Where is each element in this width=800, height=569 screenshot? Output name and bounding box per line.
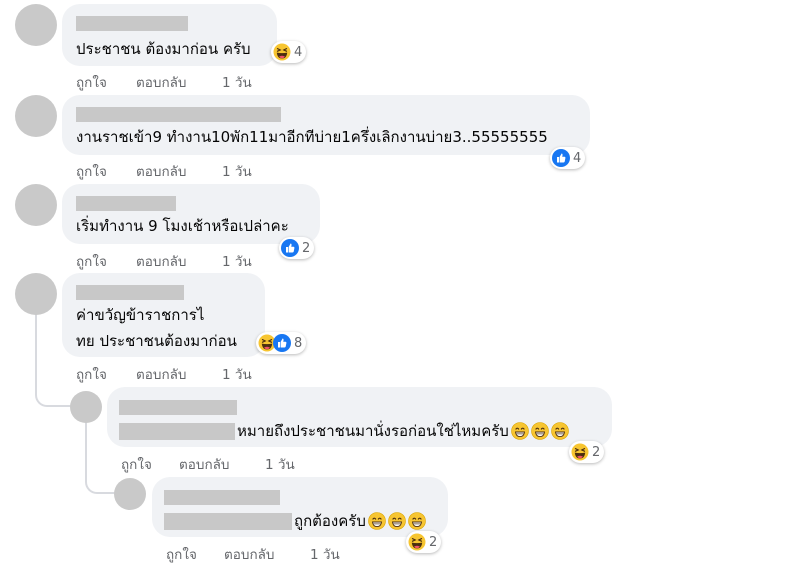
grin-emoji-icon: [408, 512, 426, 530]
comment-text: งานราชเข้า9 ทำงาน10พัก11มาอีกทีบ่าย1ครึ่…: [76, 128, 548, 146]
like-link[interactable]: ถูกใจ: [76, 363, 107, 385]
redacted-author-name[interactable]: [76, 285, 184, 300]
haha-reaction-icon: [408, 533, 426, 551]
haha-reaction-icon: [571, 443, 589, 461]
reaction-count: 2: [592, 444, 601, 460]
reply-link[interactable]: ตอบกลับ: [179, 453, 229, 475]
reply-link[interactable]: ตอบกลับ: [136, 71, 186, 93]
reply-text: ถูกต้องครับ: [294, 512, 366, 530]
redacted-author-name[interactable]: [76, 16, 188, 31]
timestamp[interactable]: 1 วัน: [222, 250, 252, 272]
avatar[interactable]: [15, 184, 57, 226]
like-link[interactable]: ถูกใจ: [166, 543, 197, 565]
like-link[interactable]: ถูกใจ: [76, 250, 107, 272]
reaction-summary[interactable]: 4: [271, 41, 307, 63]
reaction-summary[interactable]: 2: [279, 237, 315, 259]
haha-reaction-icon: [273, 43, 291, 61]
reaction-count: 8: [294, 335, 303, 351]
reply-link[interactable]: ตอบกลับ: [136, 363, 186, 385]
comment-text-line-2: ทย ประชาชนต้องมาก่อน: [76, 332, 237, 350]
grin-emoji-icon: [511, 422, 529, 440]
timestamp[interactable]: 1 วัน: [222, 71, 252, 93]
reply-link[interactable]: ตอบกลับ: [136, 160, 186, 182]
reaction-summary[interactable]: 4: [550, 147, 586, 169]
like-reaction-icon: [552, 149, 570, 167]
like-link[interactable]: ถูกใจ: [121, 453, 152, 475]
comment-bubble: ประชาชน ต้องมาก่อน ครับ: [62, 4, 277, 66]
redacted-author-name[interactable]: [76, 196, 176, 211]
avatar[interactable]: [70, 391, 102, 423]
avatar[interactable]: [15, 273, 57, 315]
grin-emoji-icon: [388, 512, 406, 530]
like-link[interactable]: ถูกใจ: [76, 160, 107, 182]
reaction-count: 4: [294, 44, 303, 60]
reaction-count: 2: [302, 240, 311, 256]
redacted-author-name[interactable]: [164, 490, 280, 505]
reply-link[interactable]: ตอบกลับ: [136, 250, 186, 272]
reply-text: หมายถึงประชาชนมานั่งรอก่อนใช่ไหมครับ: [237, 422, 509, 440]
like-reaction-icon: [273, 334, 291, 352]
reply-bubble: หมายถึงประชาชนมานั่งรอก่อนใช่ไหมครับ: [107, 387, 612, 447]
reply-text-row: ถูกต้องครับ: [164, 511, 426, 531]
reaction-count: 2: [429, 534, 438, 550]
comment-bubble: เริ่มทำงาน 9 โมงเช้าหรือเปล่าคะ: [62, 184, 320, 244]
like-link[interactable]: ถูกใจ: [76, 71, 107, 93]
timestamp[interactable]: 1 วัน: [310, 543, 340, 565]
timestamp[interactable]: 1 วัน: [265, 453, 295, 475]
reaction-summary[interactable]: 8: [256, 332, 307, 354]
avatar[interactable]: [15, 95, 57, 137]
comment-bubble: งานราชเข้า9 ทำงาน10พัก11มาอีกทีบ่าย1ครึ่…: [62, 95, 590, 155]
avatar[interactable]: [114, 478, 146, 510]
reaction-summary[interactable]: 2: [569, 441, 605, 463]
timestamp[interactable]: 1 วัน: [222, 363, 252, 385]
reply-text-row: หมายถึงประชาชนมานั่งรอก่อนใช่ไหมครับ: [119, 421, 569, 441]
redacted-mention[interactable]: [164, 512, 292, 530]
comment-text-line-1: ค่าขวัญข้าราชการไ: [76, 306, 205, 324]
reply-link[interactable]: ตอบกลับ: [224, 543, 274, 565]
redacted-mention[interactable]: [119, 422, 235, 440]
like-reaction-icon: [281, 239, 299, 257]
comment-text: เริ่มทำงาน 9 โมงเช้าหรือเปล่าคะ: [76, 217, 289, 235]
redacted-author-name[interactable]: [119, 400, 237, 415]
comment-text: ประชาชน ต้องมาก่อน ครับ: [76, 40, 251, 58]
grin-emoji-icon: [551, 422, 569, 440]
grin-emoji-icon: [531, 422, 549, 440]
redacted-author-name[interactable]: [76, 107, 281, 122]
grin-emoji-icon: [368, 512, 386, 530]
reply-bubble: ถูกต้องครับ: [152, 477, 448, 537]
comment-bubble: ค่าขวัญข้าราชการไ ทย ประชาชนต้องมาก่อน: [62, 273, 265, 357]
reaction-summary[interactable]: 2: [406, 531, 442, 553]
avatar[interactable]: [15, 4, 57, 46]
timestamp[interactable]: 1 วัน: [222, 160, 252, 182]
reaction-count: 4: [573, 150, 582, 166]
